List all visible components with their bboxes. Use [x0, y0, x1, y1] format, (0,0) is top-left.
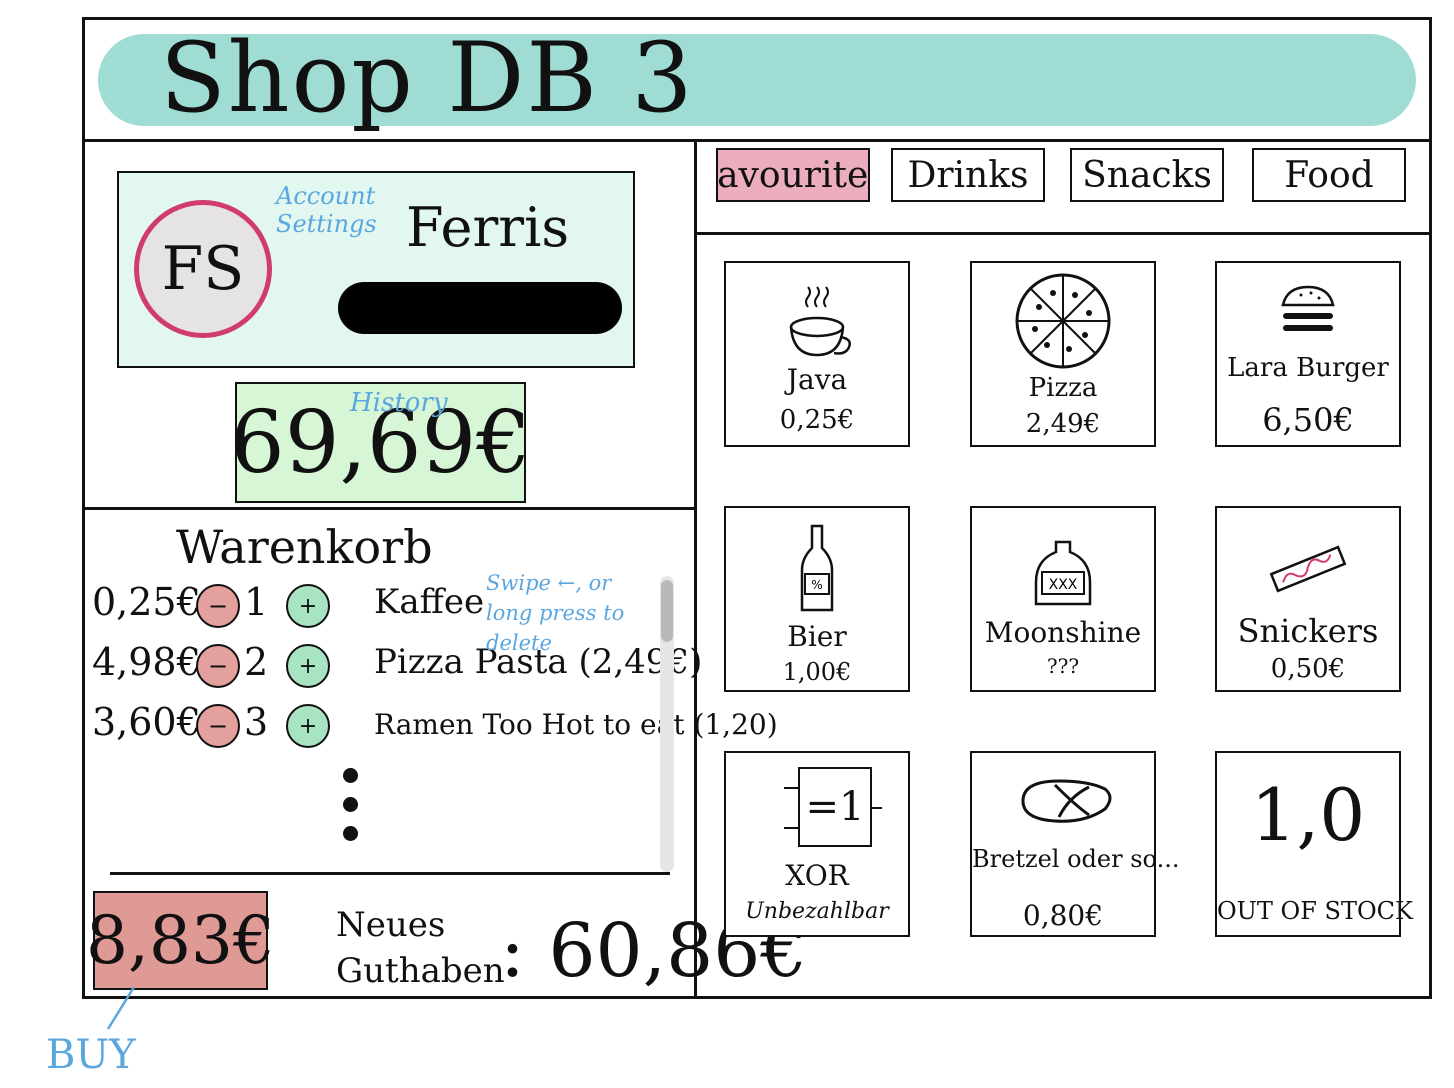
plus-icon: + — [298, 713, 318, 739]
product-name: Bretzel oder so... — [972, 845, 1180, 873]
product-name: Snickers — [1237, 612, 1379, 650]
new-balance-label-line1: Neues — [336, 905, 446, 945]
account-settings-link[interactable]: Account Settings — [276, 182, 377, 238]
column-divider — [694, 139, 697, 999]
decrease-quantity-button[interactable]: − — [196, 644, 240, 688]
cart-row-total: 0,25€ — [92, 580, 201, 624]
decrease-quantity-button[interactable]: − — [196, 584, 240, 628]
cart-row-quantity: 3 — [244, 700, 269, 744]
beer-bottle-icon: % — [726, 522, 908, 612]
increase-quantity-button[interactable]: + — [286, 584, 330, 628]
product-card-out-of-stock[interactable]: 1,0 OUT OF STOCK — [1215, 751, 1413, 937]
cart-row-quantity: 1 — [244, 580, 269, 624]
product-card-moonshine[interactable]: XXX Moonshine ??? — [970, 506, 1156, 692]
product-card-pizza[interactable]: Pizza 2,49€ — [970, 261, 1156, 447]
product-price: ??? — [1046, 654, 1080, 678]
product-name: Moonshine — [984, 616, 1142, 649]
app-title: Shop DB 3 — [160, 22, 695, 134]
avatar-initials: FS — [161, 234, 245, 304]
decrease-quantity-button[interactable]: − — [196, 704, 240, 748]
pizza-icon — [972, 271, 1154, 369]
swipe-delete-hint: Swipe ←, or long press to delete — [486, 571, 625, 655]
tabs-divider — [694, 232, 1432, 235]
cart-row-quantity: 2 — [244, 640, 269, 684]
new-balance-label: Neues Guthaben — [336, 902, 505, 994]
coffee-cup-icon — [726, 277, 908, 367]
minus-icon: − — [207, 592, 229, 620]
product-price: 0,50€ — [1270, 654, 1346, 684]
cart-row-total: 4,98€ — [92, 640, 201, 684]
minus-icon: − — [207, 712, 229, 740]
new-balance-label-line2: Guthaben — [336, 951, 505, 991]
xor-gate-icon: =1 — [726, 761, 908, 851]
svg-text:XXX: XXX — [1049, 577, 1078, 593]
tab-favouriten[interactable]: Favouriten — [716, 148, 870, 202]
more-items-dot — [343, 768, 358, 783]
product-note: Unbezahlbar — [745, 899, 889, 924]
cart-row-item-name: Ramen Too Hot to eat (1,20) — [374, 708, 778, 741]
tab-drinks[interactable]: Drinks — [891, 148, 1045, 202]
increase-quantity-button[interactable]: + — [286, 644, 330, 688]
increase-quantity-button[interactable]: + — [286, 704, 330, 748]
cart-row-total: 3,60€ — [92, 700, 201, 744]
product-name: Java — [786, 363, 848, 396]
buy-button[interactable]: 8,83€ — [86, 891, 275, 990]
cart-divider — [110, 872, 670, 875]
tab-snacks[interactable]: Snacks — [1070, 148, 1224, 202]
cart-total: 8,83€ — [86, 902, 275, 979]
header-divider — [82, 139, 1432, 142]
cart-row-item-name: Kaffee — [374, 582, 485, 622]
buy-pointer-arrow — [106, 986, 136, 1030]
user-name: Ferris — [406, 196, 570, 259]
tab-label: Food — [1284, 154, 1374, 196]
product-price: 6,50€ — [1262, 401, 1354, 439]
product-price: 1,00€ — [782, 658, 852, 686]
cart-row[interactable]: 3,60€ − 3 + Ramen Too Hot to eat (1,20) — [92, 700, 778, 750]
history-link[interactable]: History — [350, 388, 448, 418]
plus-icon: + — [298, 653, 318, 679]
product-price: 0,25€ — [779, 405, 855, 435]
product-name: OUT OF STOCK — [1217, 897, 1413, 925]
svg-text:%: % — [811, 578, 822, 592]
xor-gate-label: =1 — [798, 767, 872, 847]
buy-annotation: BUY — [46, 1032, 136, 1078]
product-price: 0,80€ — [1022, 899, 1104, 932]
product-card-bretzel[interactable]: Bretzel oder so... 0,80€ — [970, 751, 1180, 937]
tab-label: Favouriten — [717, 154, 869, 196]
tab-food[interactable]: Food — [1252, 148, 1406, 202]
product-name: Lara Burger — [1227, 353, 1389, 383]
product-card-snickers[interactable]: Snickers 0,50€ — [1215, 506, 1401, 692]
product-name: Pizza — [1028, 373, 1098, 403]
product-card-java[interactable]: Java 0,25€ — [724, 261, 910, 447]
cart-scrollbar-thumb[interactable] — [661, 580, 673, 642]
account-cart-divider — [82, 507, 696, 510]
product-name: Bier — [787, 620, 847, 653]
more-items-dot — [343, 797, 358, 812]
product-card-bier[interactable]: % Bier 1,00€ — [724, 506, 910, 692]
product-name: XOR — [785, 859, 849, 892]
plus-icon: + — [298, 593, 318, 619]
grade-text: 1,0 — [1250, 773, 1366, 857]
moonshine-jug-icon: XXX — [972, 538, 1154, 628]
product-card-xor[interactable]: =1 XOR Unbezahlbar — [724, 751, 910, 937]
tab-label: Drinks — [907, 154, 1029, 196]
more-items-dot — [343, 826, 358, 841]
cart-title: Warenkorb — [176, 520, 433, 574]
minus-icon: − — [207, 652, 229, 680]
product-card-lara-burger[interactable]: Lara Burger 6,50€ — [1215, 261, 1401, 447]
avatar[interactable]: FS — [134, 200, 272, 338]
product-price: 2,49€ — [1025, 409, 1101, 439]
tab-label: Snacks — [1082, 154, 1212, 196]
redacted-last-name — [338, 282, 622, 334]
